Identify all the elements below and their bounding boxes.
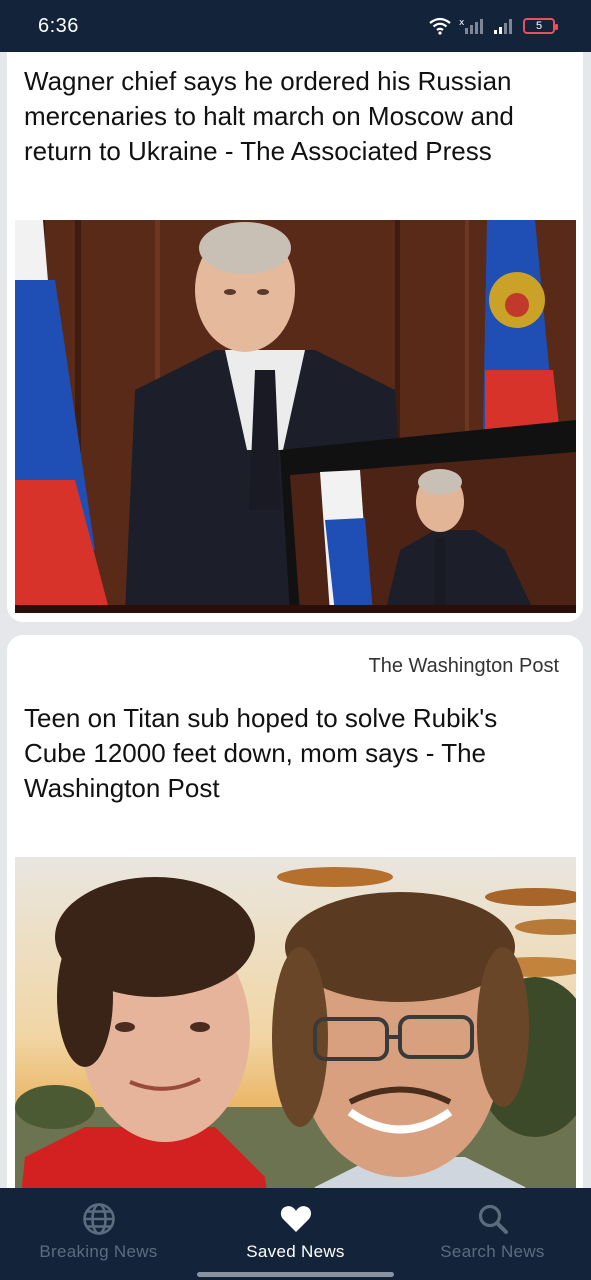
- photo-putin-address: [15, 220, 576, 613]
- news-card[interactable]: Wagner chief says he ordered his Russian…: [7, 52, 583, 622]
- globe-icon: [82, 1203, 115, 1235]
- battery-icon: 5: [523, 18, 558, 34]
- signal-x-icon: x: [459, 18, 483, 34]
- battery-level: 5: [535, 19, 543, 32]
- status-time: 6:36: [38, 14, 79, 37]
- wifi-icon: [429, 17, 451, 35]
- heart-icon: [280, 1206, 311, 1232]
- status-bar: 6:36 x 5: [0, 0, 591, 52]
- home-indicator[interactable]: [197, 1272, 394, 1277]
- nav-breaking-news-label: Breaking News: [39, 1242, 158, 1261]
- nav-search-news[interactable]: Search News: [394, 1188, 591, 1280]
- nav-saved-news-label: Saved News: [246, 1242, 345, 1261]
- saved-news-feed[interactable]: Wagner chief says he ordered his Russian…: [0, 52, 591, 1188]
- news-card-title[interactable]: Wagner chief says he ordered his Russian…: [24, 64, 557, 169]
- nav-saved-news[interactable]: Saved News: [197, 1188, 394, 1280]
- svg-text:x: x: [459, 18, 465, 28]
- news-card-title[interactable]: Teen on Titan sub hoped to solve Rubik's…: [24, 701, 557, 806]
- nav-search-news-label: Search News: [440, 1242, 545, 1261]
- status-icons: x 5: [429, 17, 558, 35]
- bottom-navigation: Breaking News Saved News Search News: [0, 1188, 591, 1280]
- news-card[interactable]: The Washington Post Teen on Titan sub ho…: [7, 635, 583, 1188]
- photo-father-son-selfie: [15, 857, 576, 1188]
- nav-breaking-news[interactable]: Breaking News: [0, 1188, 197, 1280]
- news-card-image[interactable]: [15, 857, 576, 1188]
- news-card-image[interactable]: [15, 220, 576, 613]
- news-card-source: The Washington Post: [368, 655, 559, 677]
- search-icon: [478, 1204, 508, 1234]
- signal-icon: [494, 19, 512, 34]
